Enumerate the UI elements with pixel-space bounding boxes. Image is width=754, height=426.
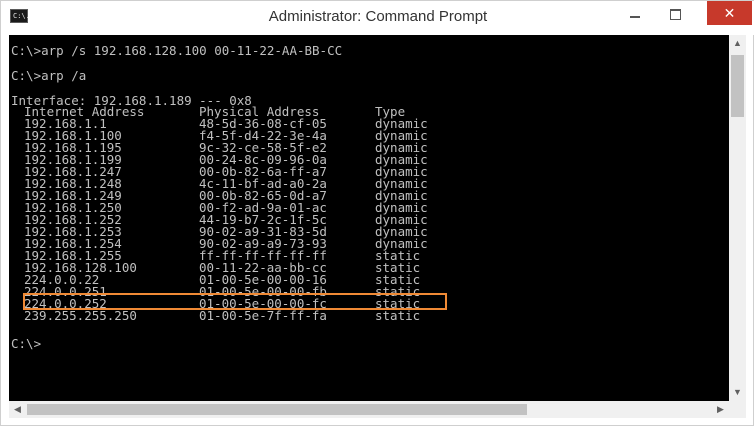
command-prompt[interactable]: C:\> [11, 337, 41, 350]
horizontal-scroll-thumb[interactable] [27, 404, 527, 415]
physical-address-cell: 01-00-5e-7f-ff-fa [199, 308, 327, 323]
arp-table-row: 192.168.128.100 00-11-22-aa-bb-cc static [9, 261, 729, 274]
scroll-down-icon[interactable]: ▼ [729, 384, 746, 401]
vertical-scroll-thumb[interactable] [731, 55, 744, 117]
minimize-icon [630, 16, 640, 19]
arp-table-row: 224.0.0.22 01-00-5e-00-00-16 static [9, 273, 729, 286]
vertical-scrollbar[interactable]: ▲ ▼ [729, 35, 746, 401]
title-bar[interactable]: C:\. Administrator: Command Prompt ✕ [1, 1, 754, 35]
command-line: C:\>arp /s 192.168.128.100 00-11-22-AA-B… [11, 43, 343, 58]
command-prompt-window: C:\. Administrator: Command Prompt ✕ C:\… [0, 0, 754, 426]
scroll-left-icon[interactable]: ◀ [9, 401, 26, 418]
arp-table-header: Internet Address Physical Address Type [9, 105, 729, 118]
type-cell: static [375, 308, 421, 323]
command-line: C:\>arp /a [11, 68, 87, 83]
horizontal-scrollbar[interactable]: ◀ ▶ [9, 401, 729, 418]
scroll-up-icon[interactable]: ▲ [729, 35, 746, 52]
maximize-button[interactable] [655, 1, 695, 25]
minimize-button[interactable] [615, 1, 655, 25]
arp-table-row: 239.255.255.250 01-00-5e-7f-ff-fa static [9, 308, 729, 323]
ip-address-cell: 239.255.255.250 [24, 308, 137, 323]
scroll-right-icon[interactable]: ▶ [712, 401, 729, 418]
maximize-icon [669, 8, 681, 20]
scrollbar-corner [729, 401, 746, 418]
console-output[interactable]: C:\>arp /s 192.168.128.100 00-11-22-AA-B… [9, 35, 729, 401]
close-button[interactable]: ✕ [707, 1, 752, 25]
highlighted-static-entry [23, 293, 447, 310]
close-icon: ✕ [723, 5, 736, 21]
